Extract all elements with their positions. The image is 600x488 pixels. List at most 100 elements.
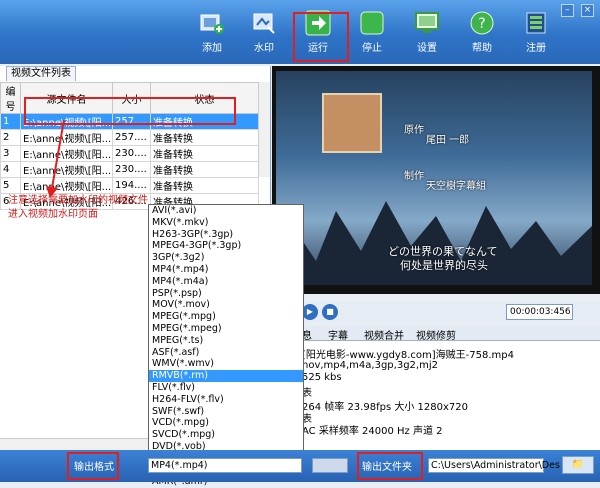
watermark-button[interactable]: 水印	[242, 4, 286, 60]
register-button[interactable]: 注册	[514, 4, 558, 60]
stop-icon	[360, 11, 384, 35]
film-icon	[312, 458, 348, 473]
output-format-select[interactable]: MP4(*.mp4)	[148, 458, 302, 473]
settings-monitor-icon	[415, 12, 439, 33]
info-filename: [阳光电影-www.ygdy8.com]海贼王-758.mp4	[302, 350, 514, 361]
row-name: E:\anne\视频\[阳...	[20, 161, 113, 178]
row-no: 5	[0, 177, 21, 194]
run-arrow-icon	[305, 10, 331, 36]
add-button[interactable]: 添加	[190, 4, 234, 60]
video-preview: 原作 尾田 一郎 制作 天空樹字幕組 どの世界の果てなんて 何处是世界的尽头	[272, 66, 600, 294]
settings-button[interactable]: 设置	[405, 4, 449, 60]
watermark-label: 水印	[254, 43, 274, 54]
table-row[interactable]: 3 E:\anne\视频\[阳... 230.... 准备转换	[0, 145, 259, 162]
row-name: E:\anne\视频\[阳...	[20, 129, 113, 146]
register-icon	[526, 12, 546, 34]
play-button[interactable]: ▶	[302, 304, 318, 320]
dropdown-option[interactable]: MPEG(*.mpg)	[149, 311, 303, 323]
row-size: 194....	[112, 177, 151, 194]
settings-label: 设置	[417, 43, 437, 54]
note-line-1: 注意选择需要加水印的视频文件	[8, 195, 148, 206]
row-no: 2	[0, 129, 21, 146]
dropdown-option[interactable]: 3GP(*.3g2)	[149, 252, 303, 264]
row-name: E:\anne\视频\[阳...	[20, 177, 113, 194]
window-controls: – ×	[557, 4, 594, 17]
row-size: 230....	[112, 145, 151, 162]
dropdown-option[interactable]: MPEG(*.mpeg)	[149, 323, 303, 335]
dropdown-option[interactable]: MP4(*.mp4)	[149, 264, 303, 276]
dropdown-option[interactable]: SWF(*.swf)	[149, 406, 303, 418]
stop-button[interactable]: 停止	[350, 4, 394, 60]
file-list-vscroll[interactable]	[258, 82, 270, 177]
credit-2: 尾田 一郎	[426, 135, 470, 146]
credit-1: 原作	[404, 125, 424, 136]
row-name: E:\anne\视频\[阳...	[20, 113, 113, 130]
dropdown-option[interactable]: H264-FLV(*.flv)	[149, 394, 303, 406]
help-icon: ?	[470, 11, 494, 35]
row-size: 257....	[112, 129, 151, 146]
dropdown-option[interactable]: PSP(*.psp)	[149, 288, 303, 300]
info-bitrate: 525 kbs	[302, 372, 342, 383]
dropdown-option[interactable]: SVCD(*.mpg)	[149, 429, 303, 441]
browse-folder-button[interactable]: 📁	[562, 456, 594, 474]
col-header-name[interactable]: 源文件名	[20, 82, 113, 114]
info-container: nov,mp4,m4a,3gp,3g2,mj2	[302, 360, 438, 371]
row-status: 准备转换	[150, 113, 259, 130]
cat-thumbnail	[322, 93, 382, 153]
minimize-button[interactable]: –	[560, 4, 574, 17]
row-status: 准备转换	[150, 177, 259, 194]
info-pane: 息 字幕 视频合并 视频修剪 [阳光电影-www.ygdy8.com]海贼王-7…	[272, 326, 600, 450]
table-row[interactable]: 5 E:\anne\视频\[阳... 194.... 准备转换	[0, 177, 259, 194]
run-label: 运行	[308, 43, 328, 54]
row-status: 准备转换	[150, 145, 259, 162]
add-video-icon	[200, 14, 224, 34]
tab-subtitle[interactable]: 字幕	[328, 327, 348, 342]
table-row[interactable]: 1 E:\anne\视频\[阳... 257.... 准备转换	[0, 113, 259, 130]
row-no: 3	[0, 145, 21, 162]
dropdown-option[interactable]: FLV(*.flv)	[149, 382, 303, 394]
dropdown-option[interactable]: MKV(*.mkv)	[149, 217, 303, 229]
dropdown-option[interactable]: MPEG4-3GP(*.3gp)	[149, 240, 303, 252]
dropdown-option[interactable]: MOV(*.mov)	[149, 299, 303, 311]
tab-trim[interactable]: 视频修剪	[416, 327, 456, 342]
dropdown-option[interactable]: VCD(*.mpg)	[149, 417, 303, 429]
help-button[interactable]: ? 帮助	[460, 4, 504, 60]
table-row[interactable]: 2 E:\anne\视频\[阳... 257.... 准备转换	[0, 129, 259, 146]
dropdown-option[interactable]: AVI(*.avi)	[149, 205, 303, 217]
subtitle-cn: 何处是世界的尽头	[400, 259, 488, 272]
info-audio: AC 采样频率 24000 Hz 声道 2	[302, 426, 443, 437]
credit-4: 天空樹字幕組	[426, 181, 486, 192]
svg-text:?: ?	[478, 16, 485, 32]
output-folder-label: 输出文件夹	[362, 462, 412, 473]
credit-3: 制作	[404, 171, 424, 182]
table-header: 编号 源文件名 大小 状态	[0, 82, 259, 114]
col-header-status[interactable]: 状态	[150, 82, 259, 114]
row-no: 4	[0, 161, 21, 178]
row-size: 257....	[112, 113, 151, 130]
format-dropdown-list[interactable]: AVI(*.avi) MKV(*.mkv) H263-3GP(*.3gp) MPEG4…	[148, 204, 304, 487]
file-list-table: 编号 源文件名 大小 状态 1 E:\anne\视频\[阳... 257....…	[0, 82, 259, 210]
output-format-label: 输出格式	[74, 462, 114, 473]
run-button[interactable]: 运行	[296, 4, 340, 60]
bottom-bar: 输出格式 MP4(*.mp4) 输出文件夹 C:\Users\Administr…	[0, 450, 600, 482]
dropdown-option[interactable]: H263-3GP(*.3gp)	[149, 229, 303, 241]
dropdown-option[interactable]: MPEG(*.ts)	[149, 335, 303, 347]
dropdown-option[interactable]: ASF(*.asf)	[149, 347, 303, 359]
dropdown-option[interactable]: WMV(*.wmv)	[149, 358, 303, 370]
tab-merge[interactable]: 视频合并	[364, 327, 404, 342]
row-size: 230....	[112, 161, 151, 178]
file-list-tab[interactable]: 视频文件列表	[6, 66, 76, 81]
output-folder-path[interactable]: C:\Users\Administrator\Des	[428, 458, 560, 473]
table-row[interactable]: 4 E:\anne\视频\[阳... 230.... 准备转换	[0, 161, 259, 178]
watermark-icon	[253, 13, 275, 34]
player-controls: ▶ ■ 00:00:03:456	[272, 302, 600, 322]
dropdown-option[interactable]: MP4(*.m4a)	[149, 276, 303, 288]
dropdown-option[interactable]: RMVB(*.rm)	[149, 370, 303, 382]
close-button[interactable]: ×	[581, 4, 594, 17]
stop-playback-button[interactable]: ■	[322, 304, 338, 320]
annotation-note: 注意选择需要加水印的视频文件 进入视频加水印页面	[8, 194, 158, 222]
col-header-no[interactable]: 编号	[0, 82, 21, 114]
add-label: 添加	[202, 43, 222, 54]
row-status: 准备转换	[150, 129, 259, 146]
col-header-size[interactable]: 大小	[112, 82, 151, 114]
